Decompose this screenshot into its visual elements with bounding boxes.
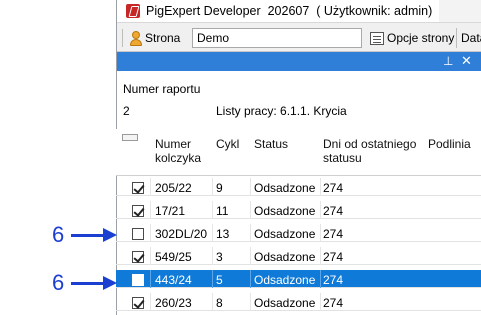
strona-button[interactable]: Strona	[130, 29, 180, 47]
row-checkbox[interactable]	[132, 205, 144, 217]
header-cykl[interactable]: Cykl	[216, 137, 239, 151]
header-numer-kolczyka[interactable]: Numer kolczyka	[155, 137, 201, 165]
annotation-label: 6	[52, 270, 65, 295]
cell-cykl: 11	[216, 204, 229, 218]
cell-dni: 274	[323, 296, 344, 310]
cell-dni: 274	[323, 250, 344, 264]
panel-header-bar: ⊥ ✕	[117, 52, 481, 71]
table-row[interactable]: 205/22 9 Odsadzone 274	[116, 178, 481, 196]
data-button[interactable]: Data	[456, 28, 481, 48]
close-icon[interactable]: ✕	[461, 53, 472, 69]
toolbar: Strona Demo Opcje strony Data	[117, 22, 481, 52]
strona-input[interactable]: Demo	[192, 28, 362, 48]
page-options-icon	[370, 31, 384, 45]
arrow-shaft	[71, 233, 104, 237]
cell-numer: 443/24	[155, 273, 192, 287]
toolbar-separator	[122, 29, 123, 47]
header-dni-od-ostatniego-statusu[interactable]: Dni od ostatniego statusu	[323, 137, 416, 165]
cell-cykl: 3	[216, 250, 223, 264]
user-icon	[130, 30, 142, 46]
cell-numer: 549/25	[155, 250, 192, 264]
row-checkbox[interactable]	[132, 251, 144, 263]
cell-status: Odsadzone	[254, 296, 316, 310]
cell-status: Odsadzone	[254, 204, 316, 218]
cell-numer: 260/23	[155, 296, 192, 310]
table-row[interactable]: 549/25 3 Odsadzone 274	[116, 247, 481, 265]
cell-numer: 205/22	[155, 181, 192, 195]
row-checkbox[interactable]	[132, 182, 144, 194]
table-row[interactable]: 302DL/20 13 Odsadzone 274	[116, 224, 481, 242]
report-list-name: Listy pracy: 6.1.1. Krycia	[216, 104, 347, 118]
opcje-strony-button[interactable]: Opcje strony	[367, 28, 457, 48]
cell-numer: 17/21	[155, 204, 186, 218]
cell-cykl: 9	[216, 181, 223, 195]
report-number-label: Numer raportu	[123, 82, 201, 96]
arrow-right-icon	[103, 276, 118, 290]
header-status[interactable]: Status	[254, 137, 288, 151]
cell-dni: 274	[323, 227, 344, 241]
cell-dni: 274	[323, 181, 344, 195]
cell-cykl: 8	[216, 296, 223, 310]
annotation-arrow: 6	[52, 270, 118, 296]
cell-status: Odsadzone	[254, 227, 316, 241]
cell-status: Odsadzone	[254, 273, 316, 287]
app-logo-icon	[126, 4, 140, 18]
table-row[interactable]: 17/21 11 Odsadzone 274	[116, 201, 481, 219]
table-row-selected[interactable]: 443/24 5 Odsadzone 274	[116, 270, 481, 288]
header-dni-line2: statusu	[323, 151, 362, 165]
grid-header: Numer kolczyka Cykl Status Dni od ostatn…	[116, 129, 481, 176]
title-bar-extension	[439, 0, 481, 22]
strona-label: Strona	[145, 31, 181, 45]
row-checkbox[interactable]	[132, 274, 144, 286]
table-row[interactable]: 260/23 8 Odsadzone 274	[116, 293, 481, 311]
arrow-shaft	[71, 281, 104, 285]
window-title: PigExpert Developer 202607 ( Użytkownik:…	[146, 4, 433, 18]
annotation-label: 6	[52, 222, 65, 247]
row-checkbox[interactable]	[132, 228, 144, 240]
cell-dni: 274	[323, 273, 344, 287]
annotation-arrow: 6	[52, 222, 118, 248]
data-label: Data	[461, 31, 481, 45]
cell-numer: 302DL/20	[155, 227, 208, 241]
header-dni-line1: Dni od ostatniego	[323, 137, 417, 151]
cell-dni: 274	[323, 204, 344, 218]
arrow-right-icon	[103, 228, 118, 242]
header-numer-line2: kolczyka	[155, 151, 202, 165]
opcje-strony-label: Opcje strony	[387, 31, 455, 45]
cell-cykl: 5	[216, 273, 223, 287]
cell-cykl: 13	[216, 227, 230, 241]
select-all-checkbox[interactable]	[122, 134, 138, 141]
row-checkbox[interactable]	[132, 297, 144, 309]
report-number-value: 2	[123, 104, 130, 118]
title-bar: PigExpert Developer 202607 ( Użytkownik:…	[117, 0, 481, 22]
header-numer-line1: Numer	[155, 137, 192, 151]
cell-status: Odsadzone	[254, 181, 316, 195]
header-podlinia[interactable]: Podlinia	[428, 137, 471, 151]
pin-icon[interactable]: ⊥	[443, 54, 453, 68]
cell-status: Odsadzone	[254, 250, 316, 264]
